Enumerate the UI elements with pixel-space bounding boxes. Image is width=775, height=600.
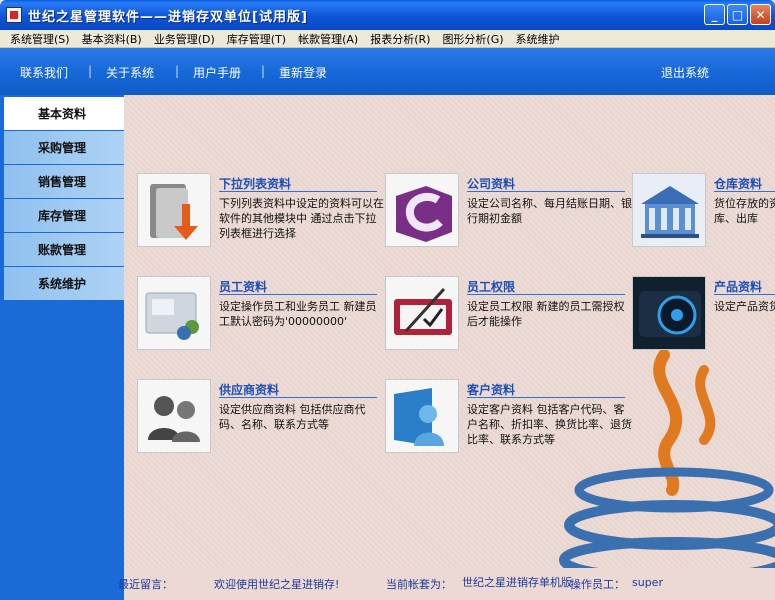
tile-description: 设定公司名称、每月结账日期、银行期初金额: [467, 197, 632, 225]
window-controls: _ □ ✕: [704, 4, 771, 25]
sidebar-item-purchase[interactable]: 采购管理: [4, 131, 124, 164]
relogin-link[interactable]: 重新登录: [279, 64, 327, 81]
sidebar-item-inventory[interactable]: 库存管理: [4, 199, 124, 232]
sidebar: 基本资料 采购管理 销售管理 库存管理 账款管理 系统维护: [0, 95, 124, 600]
employee-icon: [145, 292, 199, 340]
title-bar: 世纪之星管理软件——进销存双单位[试用版] _ □ ✕: [0, 0, 775, 30]
close-button[interactable]: ✕: [750, 4, 771, 25]
tile-title: 供应商资料: [219, 383, 280, 397]
tile-title: 产品资料: [714, 280, 763, 294]
nav-separator: |: [175, 64, 180, 78]
sidebar-item-basic-data[interactable]: 基本资料: [4, 97, 124, 130]
tile-title: 员工资料: [219, 280, 268, 294]
status-bar: 最近留言： 欢迎使用世纪之星进销存! 当前帐套为： 世纪之星进销存单机版 操作员…: [118, 568, 775, 600]
sidebar-item-sales[interactable]: 销售管理: [4, 165, 124, 198]
tile-warehouse-data[interactable]: 仓库资料 货位存放的资料是虚拟的仓库入库、出库: [632, 173, 775, 253]
product-icon: [639, 291, 701, 337]
app-icon[interactable]: [6, 7, 22, 23]
recent-message-text: 欢迎使用世纪之星进销存!: [214, 578, 340, 591]
menu-bar: 系统管理(S) 基本资料(B) 业务管理(D) 库存管理(T) 帐款管理(A) …: [0, 30, 775, 48]
tile-product-data[interactable]: 产品资料 设定产品资货号、品名节、尺码组: [632, 276, 775, 356]
menu-business[interactable]: 业务管理(D): [148, 31, 221, 47]
sidebar-item-accounts[interactable]: 账款管理: [4, 233, 124, 266]
minimize-button[interactable]: _: [704, 4, 725, 25]
account-set-value: 世纪之星进销存单机版: [462, 576, 572, 589]
exit-link[interactable]: 退出系统: [661, 64, 709, 81]
tile-title: 仓库资料: [714, 177, 763, 191]
tile-customer-data[interactable]: 客户资料 设定客户资料 包括客户代码、客户名称、折扣率、换货比率、退货比率、联系…: [385, 379, 635, 459]
tile-description: 设定操作员工和业务员工 新建员工默认密码为'00000000': [219, 300, 377, 328]
menu-system[interactable]: 系统管理(S): [4, 31, 76, 47]
permission-icon: [394, 287, 452, 335]
tile-description: 下列列表资料中设定的资料可以在软件的其他模块中 通过点击下拉列表框进行选择: [219, 197, 384, 240]
window-title: 世纪之星管理软件——进销存双单位[试用版]: [28, 9, 308, 25]
tile-title: 员工权限: [467, 280, 516, 294]
about-link[interactable]: 关于系统: [106, 64, 154, 81]
contact-us-link[interactable]: 联系我们: [20, 64, 68, 81]
tile-title: 下拉列表资料: [219, 177, 292, 191]
tile-employee-data[interactable]: 员工资料 设定操作员工和业务员工 新建员工默认密码为'00000000': [137, 276, 387, 356]
tile-company-data[interactable]: 公司资料 设定公司名称、每月结账日期、银行期初金额: [385, 173, 635, 253]
operator-label: 操作员工：: [570, 578, 625, 591]
sidebar-item-maintenance[interactable]: 系统维护: [4, 267, 124, 300]
menu-inventory[interactable]: 库存管理(T): [221, 31, 292, 47]
nav-separator: |: [88, 64, 93, 78]
customer-icon: [394, 388, 444, 446]
menu-maintenance[interactable]: 系统维护: [510, 31, 566, 47]
menu-accounts[interactable]: 帐款管理(A): [292, 31, 364, 47]
account-set-label: 当前帐套为：: [386, 578, 452, 591]
operator-value: super: [632, 576, 663, 589]
menu-graphs[interactable]: 图形分析(G): [436, 31, 509, 47]
maximize-button[interactable]: □: [727, 4, 748, 25]
supplier-icon: [148, 396, 200, 442]
tile-supplier-data[interactable]: 供应商资料 设定供应商资料 包括供应商代码、名称、联系方式等: [137, 379, 387, 459]
company-icon: [396, 186, 452, 242]
menu-reports[interactable]: 报表分析(R): [364, 31, 436, 47]
tile-title: 公司资料: [467, 177, 516, 191]
folder-arrow-icon: [150, 184, 198, 240]
tile-description: 设定供应商资料 包括供应商代码、名称、联系方式等: [219, 403, 366, 431]
manual-link[interactable]: 用户手册: [193, 64, 241, 81]
tile-description: 货位存放的资料是虚拟的仓库入库、出库: [714, 197, 775, 225]
tile-description: 设定员工权限 新建的员工需授权后才能操作: [467, 300, 625, 328]
top-nav: 联系我们 | 关于系统 | 用户手册 | 重新登录 退出系统: [0, 48, 775, 95]
tile-description: 设定产品资货号、品名节、尺码组: [714, 300, 775, 313]
menu-basic-data[interactable]: 基本资料(B): [76, 31, 148, 47]
tile-dropdown-data[interactable]: 下拉列表资料 下列列表资料中设定的资料可以在软件的其他模块中 通过点击下拉列表框…: [137, 173, 387, 253]
warehouse-icon: [641, 186, 699, 238]
nav-separator: |: [261, 64, 266, 78]
tile-description: 设定客户资料 包括客户代码、客户名称、折扣率、换货比率、退货比率、联系方式等: [467, 403, 632, 446]
tile-employee-permission[interactable]: 员工权限 设定员工权限 新建的员工需授权后才能操作: [385, 276, 635, 356]
tile-title: 客户资料: [467, 383, 516, 397]
recent-message-label: 最近留言：: [118, 578, 173, 591]
main-panel: 下拉列表资料 下列列表资料中设定的资料可以在软件的其他模块中 通过点击下拉列表框…: [124, 95, 775, 568]
